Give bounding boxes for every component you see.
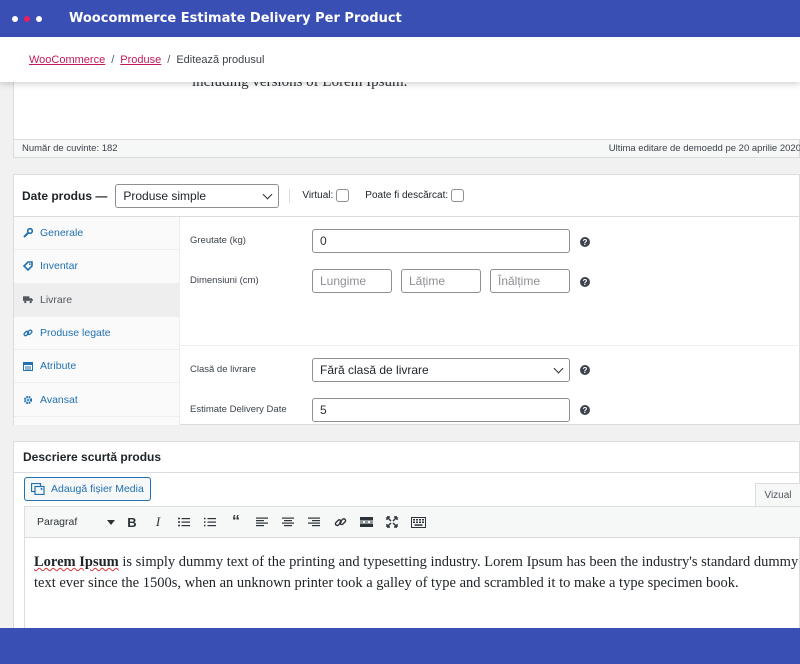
delivery-date-input[interactable]: 5 bbox=[312, 398, 570, 422]
tab-label: Livrare bbox=[40, 293, 73, 306]
width-input[interactable]: Lățime bbox=[401, 269, 481, 293]
product-data-header: Date produs — Produse simple Virtual: Po… bbox=[14, 175, 799, 217]
media-icon bbox=[30, 482, 45, 496]
format-select[interactable]: Paragraf bbox=[31, 512, 119, 532]
content-bold-text: Lorem Ipsum bbox=[34, 554, 119, 570]
tab-label: Generale bbox=[40, 227, 84, 240]
virtual-label: Virtual: bbox=[302, 190, 334, 201]
breadcrumb-woocommerce-link[interactable]: WooCommerce bbox=[29, 54, 105, 66]
dimensions-label: Dimensiuni (cm) bbox=[190, 275, 259, 286]
help-icon[interactable]: ? bbox=[580, 405, 590, 415]
delivery-date-label: Estimate Delivery Date bbox=[190, 404, 287, 415]
virtual-checkbox[interactable] bbox=[336, 189, 350, 202]
breadcrumb-current: Editează produsul bbox=[176, 53, 265, 66]
read-more-icon[interactable] bbox=[353, 511, 379, 533]
divider bbox=[289, 188, 291, 203]
app-header: Woocommerce Estimate Delivery Per Produc… bbox=[0, 0, 800, 37]
app-title: Woocommerce Estimate Delivery Per Produc… bbox=[69, 11, 402, 26]
editor-clipped-text: including versions of Lorem Ipsum. bbox=[192, 82, 408, 90]
downloadable-label: Poate fi descărcat: bbox=[365, 190, 449, 201]
bold-icon[interactable]: B bbox=[119, 511, 145, 533]
help-icon[interactable]: ? bbox=[580, 237, 590, 247]
tab-visual[interactable]: Vizual bbox=[755, 483, 800, 506]
word-count: Număr de cuvinte: 182 bbox=[22, 143, 118, 154]
divider bbox=[180, 345, 800, 346]
weight-input[interactable]: 0 bbox=[312, 229, 570, 253]
blockquote-icon[interactable]: “ bbox=[223, 511, 249, 533]
breadcrumb-products-link[interactable]: Produse bbox=[120, 54, 161, 66]
align-right-icon[interactable] bbox=[301, 511, 327, 533]
product-data-body: Generale Inventar Livrare Produse legate bbox=[14, 217, 800, 425]
help-icon[interactable]: ? bbox=[580, 277, 590, 287]
tab-general[interactable]: Generale bbox=[14, 217, 179, 251]
product-data-title: Date produs — bbox=[22, 188, 108, 203]
content-text: is simply dummy text of the printing and… bbox=[34, 554, 799, 591]
link-icon[interactable] bbox=[327, 511, 353, 533]
window-dots bbox=[12, 15, 42, 22]
dot-icon bbox=[24, 15, 30, 22]
link-icon bbox=[23, 328, 33, 338]
tab-label: Atribute bbox=[40, 360, 77, 373]
italic-icon[interactable]: I bbox=[145, 511, 171, 533]
shipping-panel: Greutate (kg) 0 ? Dimensiuni (cm) Lungim… bbox=[180, 217, 800, 424]
numbered-list-icon[interactable] bbox=[197, 511, 223, 533]
shipping-class-select[interactable]: Fără clasă de livrare bbox=[312, 358, 570, 382]
bullet-list-icon[interactable] bbox=[171, 511, 197, 533]
tab-advanced[interactable]: Avansat bbox=[14, 383, 179, 417]
table-icon bbox=[23, 361, 33, 371]
caret-down-icon bbox=[107, 519, 115, 525]
tab-attributes[interactable]: Atribute bbox=[14, 350, 179, 384]
product-data-tabs: Generale Inventar Livrare Produse legate bbox=[14, 217, 180, 425]
product-data-box: Date produs — Produse simple Virtual: Po… bbox=[13, 174, 800, 425]
align-center-icon[interactable] bbox=[275, 511, 301, 533]
fullscreen-icon[interactable] bbox=[379, 511, 405, 533]
tab-label: Produse legate bbox=[40, 327, 111, 340]
gear-icon bbox=[23, 395, 33, 405]
breadcrumb: WooCommerce / Produse / Editează produsu… bbox=[0, 37, 800, 82]
tab-label: Avansat bbox=[40, 393, 78, 406]
footer-bar bbox=[0, 628, 800, 664]
help-icon[interactable]: ? bbox=[580, 365, 590, 375]
editor-toolbar: Paragraf B I “ bbox=[24, 506, 800, 538]
height-input[interactable]: Înălțime bbox=[490, 269, 570, 293]
weight-label: Greutate (kg) bbox=[190, 235, 246, 246]
add-media-button[interactable]: Adaugă fișier Media bbox=[24, 477, 151, 501]
chevron-down-icon bbox=[262, 189, 273, 199]
tag-icon bbox=[23, 261, 33, 272]
tab-shipping[interactable]: Livrare bbox=[14, 283, 179, 317]
truck-icon bbox=[23, 295, 33, 305]
editor-status-bar: Număr de cuvinte: 182 Ultima editare de … bbox=[13, 139, 800, 158]
description-editor[interactable]: including versions of Lorem Ipsum. bbox=[13, 82, 800, 139]
product-type-value: Produse simple bbox=[123, 188, 207, 203]
tab-label: Inventar bbox=[40, 260, 78, 273]
chevron-down-icon bbox=[553, 363, 564, 374]
product-type-select[interactable]: Produse simple bbox=[115, 183, 280, 208]
align-left-icon[interactable] bbox=[249, 511, 275, 533]
short-description-editor[interactable]: Lorem Ipsum is simply dummy text of the … bbox=[24, 538, 800, 632]
last-edit-info: Ultima editare de demoedd pe 20 aprilie … bbox=[608, 143, 800, 154]
downloadable-checkbox[interactable] bbox=[451, 189, 465, 202]
length-input[interactable]: Lungime bbox=[312, 269, 392, 293]
short-description-box: Descriere scurtă produs Adaugă fișier Me… bbox=[13, 441, 800, 632]
dot-icon bbox=[36, 15, 42, 22]
short-description-title: Descriere scurtă produs bbox=[14, 442, 799, 473]
shipping-class-label: Clasă de livrare bbox=[190, 364, 256, 375]
tab-linked-products[interactable]: Produse legate bbox=[14, 317, 179, 351]
tab-inventory[interactable]: Inventar bbox=[14, 250, 179, 284]
dot-icon bbox=[12, 15, 18, 22]
keyboard-icon[interactable] bbox=[405, 511, 431, 533]
wrench-icon bbox=[23, 228, 33, 238]
